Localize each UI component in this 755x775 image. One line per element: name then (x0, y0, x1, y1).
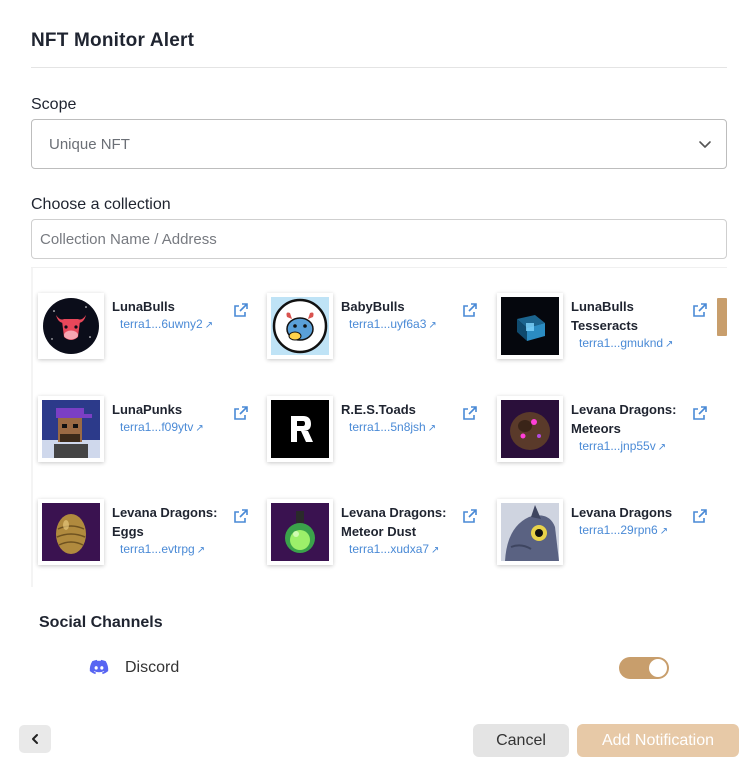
external-link-icon[interactable] (463, 509, 477, 523)
pixel-punk-avatar-icon (42, 400, 100, 458)
external-link-icon[interactable] (234, 303, 248, 317)
levana-dragons-thumbnail (497, 499, 563, 565)
external-link-icon[interactable] (234, 509, 248, 523)
lunabulls-thumbnail (38, 293, 104, 359)
discord-label: Discord (125, 659, 180, 676)
collection-name: BabyBulls (341, 299, 405, 314)
lunapunks-thumbnail (38, 396, 104, 462)
add-notification-button[interactable]: Add Notification (577, 724, 739, 757)
collection-label: Choose a collection (31, 196, 171, 213)
collection-address-link[interactable]: terra1...jnp55v ↗ (579, 439, 666, 453)
purple-meteor-rock-icon (501, 400, 559, 458)
collection-card-levana-dragons[interactable]: Levana Dragons terra1...29rpn6 ↗ (490, 474, 710, 565)
collection-address-link[interactable]: terra1...evtrpg ↗ (120, 542, 205, 556)
external-link-icon[interactable] (234, 406, 248, 420)
collection-card-babybulls[interactable]: BabyBulls terra1...uyf6a3 ↗ (260, 268, 480, 359)
red-bull-logo-icon (43, 298, 99, 354)
arrow-up-right-icon: ↗ (427, 423, 437, 434)
collection-card-res-toads[interactable]: R.E.S.Toads terra1...5n8jsh ↗ (260, 371, 480, 462)
babybulls-thumbnail (267, 293, 333, 359)
arrow-up-right-icon: ↗ (195, 423, 204, 434)
chevron-down-icon (699, 141, 711, 148)
collection-name: Levana Dragons (571, 505, 673, 520)
r-letter-logo-icon (271, 400, 329, 458)
scope-label: Scope (31, 96, 77, 113)
external-link-icon[interactable] (693, 303, 707, 317)
external-link-icon[interactable] (693, 406, 707, 420)
collection-address-link[interactable]: terra1...29rpn6 ↗ (579, 523, 668, 537)
levana-eggs-thumbnail (38, 499, 104, 565)
scope-select[interactable]: Unique NFT (31, 119, 727, 169)
arrow-up-right-icon: ↗ (196, 545, 206, 556)
levana-meteors-thumbnail (497, 396, 563, 462)
arrow-up-right-icon: ↗ (431, 545, 440, 556)
collection-name: R.E.S.Toads (341, 402, 416, 417)
collection-name: Levana Dragons: Meteor Dust (341, 505, 447, 539)
collection-card-levana-eggs[interactable]: Levana Dragons: Eggs terra1...evtrpg ↗ (31, 474, 251, 565)
collection-address-link[interactable]: terra1...xudxa7 ↗ (349, 542, 439, 556)
cancel-button[interactable]: Cancel (473, 724, 569, 757)
dragon-eye-portrait-icon (501, 503, 559, 561)
gold-dragon-egg-icon (42, 503, 100, 561)
collection-address-link[interactable]: terra1...6uwny2 ↗ (120, 317, 213, 331)
collection-address-link[interactable]: terra1...5n8jsh ↗ (349, 420, 436, 434)
collection-card-levana-meteor-dust[interactable]: Levana Dragons: Meteor Dust terra1...xud… (260, 474, 480, 565)
arrow-up-right-icon: ↗ (665, 339, 674, 350)
arrow-up-right-icon: ↗ (204, 320, 214, 331)
social-channels-title: Social Channels (39, 614, 163, 631)
collection-card-lunapunks[interactable]: LunaPunks terra1...f09ytv ↗ (31, 371, 251, 462)
title-divider (31, 67, 727, 68)
collection-name: LunaBulls Tesseracts (571, 299, 638, 333)
collection-card-levana-meteors[interactable]: Levana Dragons: Meteors terra1...jnp55v ↗ (490, 371, 710, 462)
res-toads-thumbnail (267, 396, 333, 462)
collection-name: Levana Dragons: Meteors (571, 402, 677, 436)
collection-address-link[interactable]: terra1...uyf6a3 ↗ (349, 317, 437, 331)
blue-baby-bull-logo-icon (271, 297, 329, 355)
collection-list-scrollbar[interactable] (717, 298, 727, 336)
scope-selected-value: Unique NFT (49, 136, 130, 153)
back-button[interactable] (19, 725, 51, 753)
collection-list[interactable]: LunaBulls terra1...6uwny2 ↗ BabyBulls ter… (31, 267, 727, 587)
toggle-knob (649, 659, 667, 677)
green-dust-potion-icon (271, 503, 329, 561)
external-link-icon[interactable] (463, 406, 477, 420)
arrow-up-right-icon: ↗ (428, 320, 437, 331)
collection-search-input[interactable] (31, 219, 727, 259)
collection-address-link[interactable]: terra1...gmuknd ↗ (579, 336, 673, 350)
collection-card-lunabulls-tesseracts[interactable]: LunaBulls Tesseracts terra1...gmuknd ↗ (490, 268, 710, 359)
collection-name: LunaBulls (112, 299, 175, 314)
external-link-icon[interactable] (463, 303, 477, 317)
discord-toggle[interactable] (619, 657, 669, 679)
levana-meteor-dust-thumbnail (267, 499, 333, 565)
collection-address-link[interactable]: terra1...f09ytv ↗ (120, 420, 204, 434)
tesseracts-thumbnail (497, 293, 563, 359)
arrow-up-right-icon: ↗ (659, 526, 669, 537)
chevron-left-icon (32, 734, 38, 744)
collection-card-lunabulls[interactable]: LunaBulls terra1...6uwny2 ↗ (31, 268, 251, 359)
collection-name: Levana Dragons: Eggs (112, 505, 218, 539)
arrow-up-right-icon: ↗ (657, 442, 667, 453)
discord-icon (89, 659, 109, 675)
glowing-tesseract-cube-icon (501, 297, 559, 355)
page-title: NFT Monitor Alert (31, 30, 195, 51)
external-link-icon[interactable] (693, 509, 707, 523)
collection-name: LunaPunks (112, 402, 183, 417)
